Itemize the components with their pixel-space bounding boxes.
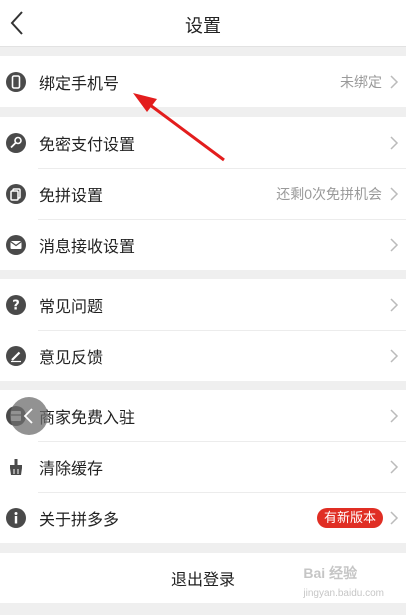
mail-icon xyxy=(5,234,27,256)
chevron-right-icon xyxy=(390,459,399,474)
floating-assistive-button[interactable] xyxy=(10,397,48,435)
chevron-right-icon xyxy=(390,186,399,201)
phone-icon xyxy=(5,71,27,93)
settings-item-faq[interactable]: ? 常见问题 xyxy=(0,279,406,330)
settings-item-label: 意见反馈 xyxy=(39,349,104,367)
copy-icon xyxy=(5,183,27,205)
watermark: Bai 经验 jingyan.baidu.com xyxy=(303,563,384,599)
watermark-url: jingyan.baidu.com xyxy=(303,588,384,599)
settings-item-merchant-join[interactable]: 商家免费入驻 xyxy=(0,390,406,441)
chevron-right-icon xyxy=(390,510,399,525)
chevron-right-icon xyxy=(390,348,399,363)
info-icon xyxy=(5,507,27,529)
settings-item-label: 清除缓存 xyxy=(39,460,104,478)
chevron-right-icon xyxy=(390,297,399,312)
chevron-right-icon xyxy=(390,135,399,150)
broom-icon xyxy=(5,456,27,478)
settings-item-message-receive[interactable]: 消息接收设置 xyxy=(0,219,406,270)
page-title: 设置 xyxy=(185,16,221,36)
settings-item-label: 关于拼多多 xyxy=(39,511,120,529)
settings-item-label: 绑定手机号 xyxy=(39,75,120,93)
settings-item-feedback[interactable]: 意见反馈 xyxy=(0,330,406,381)
settings-item-label: 免拼设置 xyxy=(39,187,104,205)
svg-text:?: ? xyxy=(12,298,20,313)
chevron-right-icon xyxy=(390,74,399,89)
settings-item-value: 还剩0次免拼机会 xyxy=(276,185,382,202)
question-icon: ? xyxy=(5,294,27,316)
settings-item-label: 免密支付设置 xyxy=(39,136,136,154)
settings-group-account: 绑定手机号 未绑定 xyxy=(0,56,406,107)
new-version-badge: 有新版本 xyxy=(316,507,383,528)
settings-item-group-free[interactable]: 免拼设置 还剩0次免拼机会 xyxy=(0,168,406,219)
settings-item-label: 消息接收设置 xyxy=(39,238,136,256)
watermark-brand: Bai 经验 xyxy=(303,565,358,581)
chevron-right-icon xyxy=(390,237,399,252)
settings-item-value: 未绑定 xyxy=(340,73,382,90)
settings-item-clear-cache[interactable]: 清除缓存 xyxy=(0,441,406,492)
chevron-left-icon xyxy=(23,408,33,424)
chevron-right-icon xyxy=(390,408,399,423)
settings-item-label: 常见问题 xyxy=(39,298,104,316)
settings-group-about: 商家免费入驻 清除缓存 关于拼多多 有新版本 xyxy=(0,390,406,543)
settings-item-label: 商家免费入驻 xyxy=(39,409,136,427)
top-bar: 设置 xyxy=(0,0,406,47)
settings-item-bind-phone[interactable]: 绑定手机号 未绑定 xyxy=(0,56,406,107)
key-icon xyxy=(5,132,27,154)
settings-group-payment: 免密支付设置 免拼设置 还剩0次免拼机会 消息接收设置 xyxy=(0,117,406,270)
settings-item-about[interactable]: 关于拼多多 有新版本 xyxy=(0,492,406,543)
settings-group-help: ? 常见问题 意见反馈 xyxy=(0,279,406,381)
settings-item-password-free-pay[interactable]: 免密支付设置 xyxy=(0,117,406,168)
edit-icon xyxy=(5,345,27,367)
